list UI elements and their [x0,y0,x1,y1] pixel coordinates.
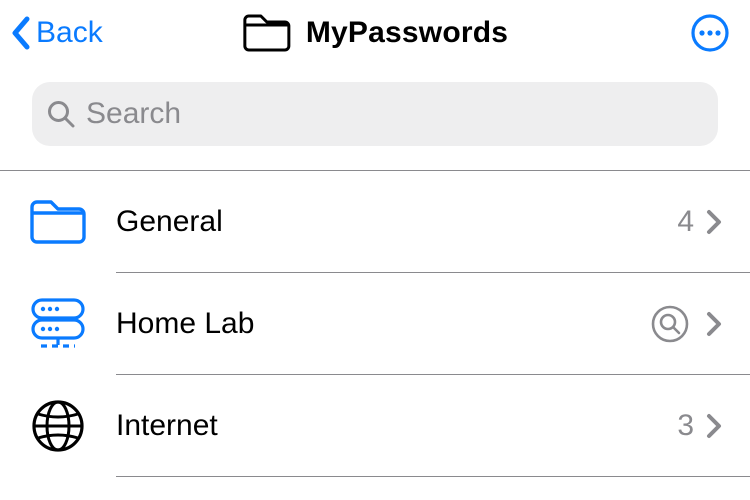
folder-label: General [116,205,677,239]
back-label: Back [36,16,103,50]
search-bar[interactable] [32,82,718,146]
folder-icon [28,192,88,252]
server-icon [28,294,88,354]
folder-row-general[interactable]: General 4 [0,171,750,273]
search-badge-icon [650,304,690,344]
folder-count: 3 [677,409,694,443]
folder-row-home-lab[interactable]: Home Lab [0,273,750,375]
folder-row-internet[interactable]: Internet 3 [0,375,750,477]
folder-icon [242,13,292,53]
page-title: MyPasswords [242,13,508,53]
more-circle-icon [690,13,730,53]
back-button[interactable]: Back [10,16,103,50]
search-icon [46,99,76,129]
folder-list: General 4 Home Lab [0,171,750,477]
page-title-text: MyPasswords [306,16,508,50]
chevron-left-icon [10,16,32,50]
globe-icon [28,396,88,456]
row-separator [116,476,750,477]
folder-count: 4 [677,205,694,239]
more-button[interactable] [688,11,732,55]
folder-label: Home Lab [116,307,650,341]
chevron-right-icon [706,209,722,235]
chevron-right-icon [706,311,722,337]
search-input[interactable] [86,97,704,131]
nav-bar: Back MyPasswords [0,0,750,66]
chevron-right-icon [706,413,722,439]
folder-label: Internet [116,409,677,443]
